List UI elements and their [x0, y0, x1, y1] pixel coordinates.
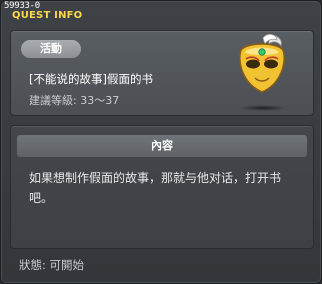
- recommended-level: 建議等級: 33〜37: [29, 94, 120, 107]
- golden-mask-icon: [239, 34, 285, 93]
- quest-summary-panel: 活動 [不能说的故事]假面的书 建議等級: 33〜37: [10, 30, 314, 116]
- quest-info-window: 59933-0 QUEST INFO 活動 [不能说的故事]假面的书 建議等級:…: [0, 0, 322, 284]
- window-title: QUEST INFO: [12, 10, 83, 21]
- mask-shadow: [239, 105, 287, 111]
- quest-name: [不能说的故事]假面的书: [29, 72, 153, 86]
- quest-category-badge: 活動: [21, 40, 81, 58]
- quest-status: 狀態: 可開始: [19, 258, 85, 272]
- quest-content-panel: 內容 如果想制作假面的故事，那就与他对话，打开书吧。: [10, 125, 314, 249]
- content-header: 內容: [17, 135, 307, 157]
- quest-description: 如果想制作假面的故事，那就与他对话，打开书吧。: [29, 171, 282, 205]
